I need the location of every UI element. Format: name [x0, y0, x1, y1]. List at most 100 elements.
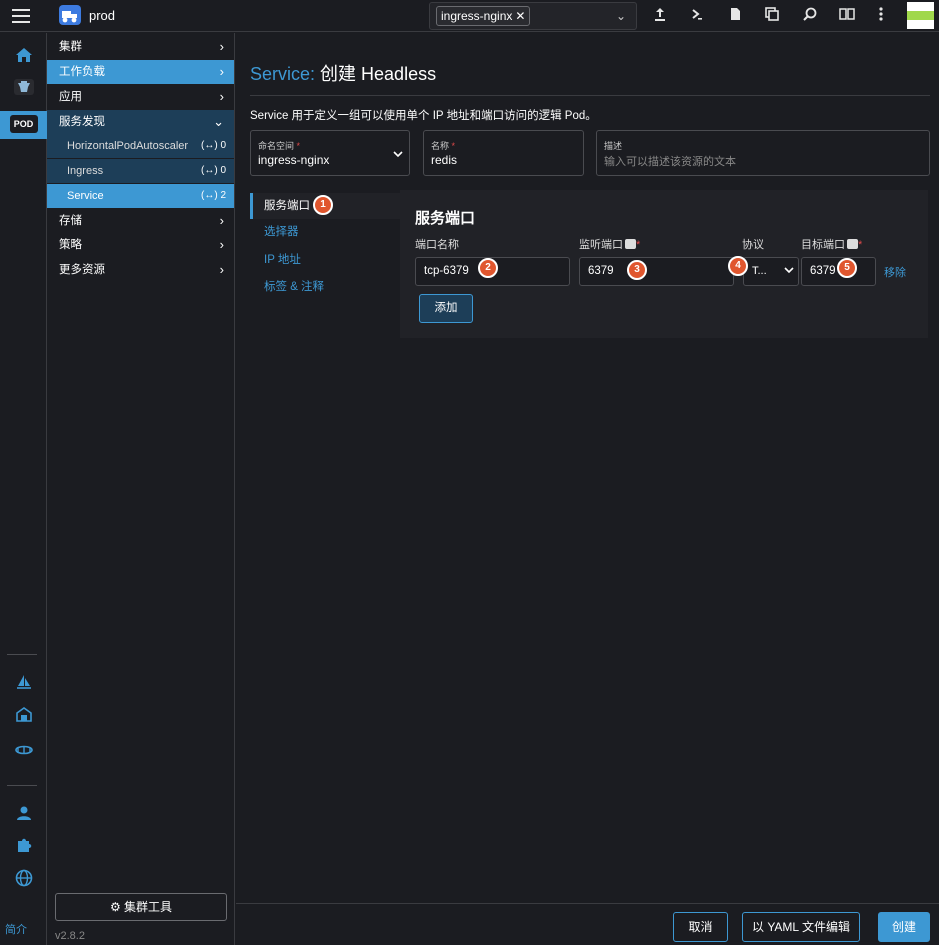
cluster-logo-icon [59, 5, 81, 25]
add-port-button[interactable]: 添加 [419, 294, 473, 323]
file-icon[interactable] [725, 6, 745, 26]
user-avatar[interactable] [907, 2, 934, 29]
main-content: Service: 创建 Headless Service 用于定义一组可以使用单… [236, 33, 939, 903]
tab-panel: 服务端口 选择器 IP 地址 标签 & 注释 1 服务端口 端口名称 监听端口 *… [250, 190, 928, 338]
globe-icon[interactable] [0, 869, 47, 897]
chevron-down-icon: ⌄ [615, 9, 626, 23]
nav-item-label: 集群 [59, 41, 82, 53]
nav-sub-service[interactable]: Service (↔) 2 [47, 184, 234, 208]
protocol-value: T... [752, 265, 767, 277]
info-icon[interactable] [847, 239, 858, 249]
tab-ip-address[interactable]: IP 地址 [250, 247, 400, 273]
book-icon[interactable] [837, 6, 857, 26]
divider [250, 95, 930, 96]
step-badge: 3 [627, 260, 647, 280]
about-link[interactable]: 简介 [5, 921, 27, 937]
version-label: v2.8.2 [55, 930, 85, 942]
nav-item-label: 更多资源 [59, 264, 105, 276]
cluster-name[interactable]: prod [89, 8, 115, 23]
nav-item-policy[interactable]: 策略 › [47, 233, 234, 257]
tab-labels-annotations[interactable]: 标签 & 注释 [250, 274, 400, 300]
side-nav: 集群 › 工作负载 › 应用 › 服务发现 ⌄ HorizontalPodAut… [47, 33, 235, 945]
create-button[interactable]: 创建 [878, 912, 930, 942]
chevron-down-icon [784, 258, 794, 285]
edit-yaml-button[interactable]: 以 YAML 文件编辑 [742, 912, 860, 942]
nav-item-label: 服务发现 [59, 116, 105, 128]
name-field[interactable]: 名称 * redis [423, 130, 584, 176]
chevron-right-icon: › [219, 262, 224, 277]
sail-icon[interactable] [0, 673, 47, 701]
field-placeholder: 输入可以描述该资源的文本 [604, 156, 736, 168]
field-label: 命名空间 * [258, 141, 301, 151]
chevron-right-icon: › [219, 89, 224, 104]
nav-item-apps[interactable]: 应用 › [47, 85, 234, 109]
namespace-tag-label: ingress-nginx [441, 9, 513, 23]
nav-item-cluster[interactable]: 集群 › [47, 35, 234, 59]
pod-label: POD [9, 115, 38, 133]
namespace-tag: ingress-nginx ✕ [436, 6, 531, 26]
nav-item-label: 存储 [59, 215, 82, 227]
top-bar: prod ingress-nginx ✕ ⌄ [0, 0, 939, 32]
remove-port-link[interactable]: 移除 [884, 264, 906, 280]
nav-sub-ingress[interactable]: Ingress (↔) 0 [47, 159, 234, 183]
page-title-prefix[interactable]: Service: [250, 64, 315, 84]
description-field[interactable]: 描述 输入可以描述该资源的文本 [596, 130, 930, 176]
nav-item-storage[interactable]: 存储 › [47, 209, 234, 233]
cluster-tools-button[interactable]: ⚙ 集群工具 [55, 893, 227, 921]
info-icon[interactable] [625, 239, 636, 249]
page-title-text: 创建 Headless [315, 64, 437, 84]
page-title: Service: 创建 Headless [250, 60, 436, 86]
column-label-listen-port: 监听端口 * [579, 239, 641, 251]
step-badge: 1 [313, 195, 333, 215]
close-icon[interactable]: ✕ [515, 9, 525, 23]
chevron-right-icon: › [219, 39, 224, 54]
nav-item-service-discovery[interactable]: 服务发现 ⌄ [47, 110, 234, 134]
chevron-right-icon: › [219, 213, 224, 228]
tab-selector[interactable]: 选择器 [250, 219, 400, 245]
step-badge: 4 [728, 256, 748, 276]
step-badge: 5 [837, 258, 857, 278]
cluster-icon[interactable] [0, 78, 47, 106]
field-label: 名称 * [431, 141, 456, 151]
form-footer: 取消 以 YAML 文件编辑 创建 [236, 903, 939, 945]
nav-item-label: 工作负载 [59, 66, 105, 78]
protocol-select[interactable]: T... [743, 257, 799, 286]
cancel-button[interactable]: 取消 [673, 912, 728, 942]
puzzle-icon[interactable] [0, 836, 47, 864]
terminal-icon[interactable] [687, 6, 707, 26]
column-label-port-name: 端口名称 [415, 239, 459, 251]
namespace-select[interactable]: 命名空间 * ingress-nginx [250, 130, 410, 176]
more-vert-icon[interactable] [871, 6, 891, 26]
home-icon[interactable] [0, 45, 47, 73]
chevron-down-icon [393, 147, 403, 161]
chevron-right-icon: › [219, 237, 224, 252]
rail-divider [7, 654, 37, 655]
pod-cluster-item[interactable]: POD [0, 111, 47, 139]
namespace-filter[interactable]: ingress-nginx ✕ ⌄ [429, 2, 637, 30]
user-icon[interactable] [0, 803, 47, 831]
field-value: ingress-nginx [258, 153, 330, 167]
network-icon[interactable] [0, 738, 47, 766]
menu-icon[interactable] [12, 9, 30, 23]
nav-item-more-resources[interactable]: 更多资源 › [47, 258, 234, 282]
upload-icon[interactable] [650, 6, 670, 26]
nav-sub-label: HorizontalPodAutoscaler [67, 140, 189, 152]
section-title: 服务端口 [415, 210, 476, 227]
warehouse-icon[interactable] [0, 705, 47, 733]
copy-icon[interactable] [762, 6, 782, 26]
count-badge: (↔) 2 [201, 190, 226, 201]
icon-rail: POD 简介 [0, 33, 47, 945]
field-value: redis [431, 153, 458, 167]
rail-divider [7, 785, 37, 786]
listen-port-input[interactable]: 6379 [579, 257, 734, 286]
nav-sub-label: Ingress [67, 165, 104, 177]
chevron-down-icon: ⌄ [213, 114, 224, 129]
search-icon[interactable] [800, 6, 820, 26]
page-description: Service 用于定义一组可以使用单个 IP 地址和端口访问的逻辑 Pod。 [250, 110, 597, 122]
count-badge: (↔) 0 [201, 140, 226, 151]
count-badge: (↔) 0 [201, 165, 226, 176]
nav-sub-hpa[interactable]: HorizontalPodAutoscaler (↔) 0 [47, 134, 234, 158]
step-badge: 2 [478, 258, 498, 278]
nav-item-workloads[interactable]: 工作负载 › [47, 60, 234, 84]
column-label-protocol: 协议 [742, 239, 764, 251]
